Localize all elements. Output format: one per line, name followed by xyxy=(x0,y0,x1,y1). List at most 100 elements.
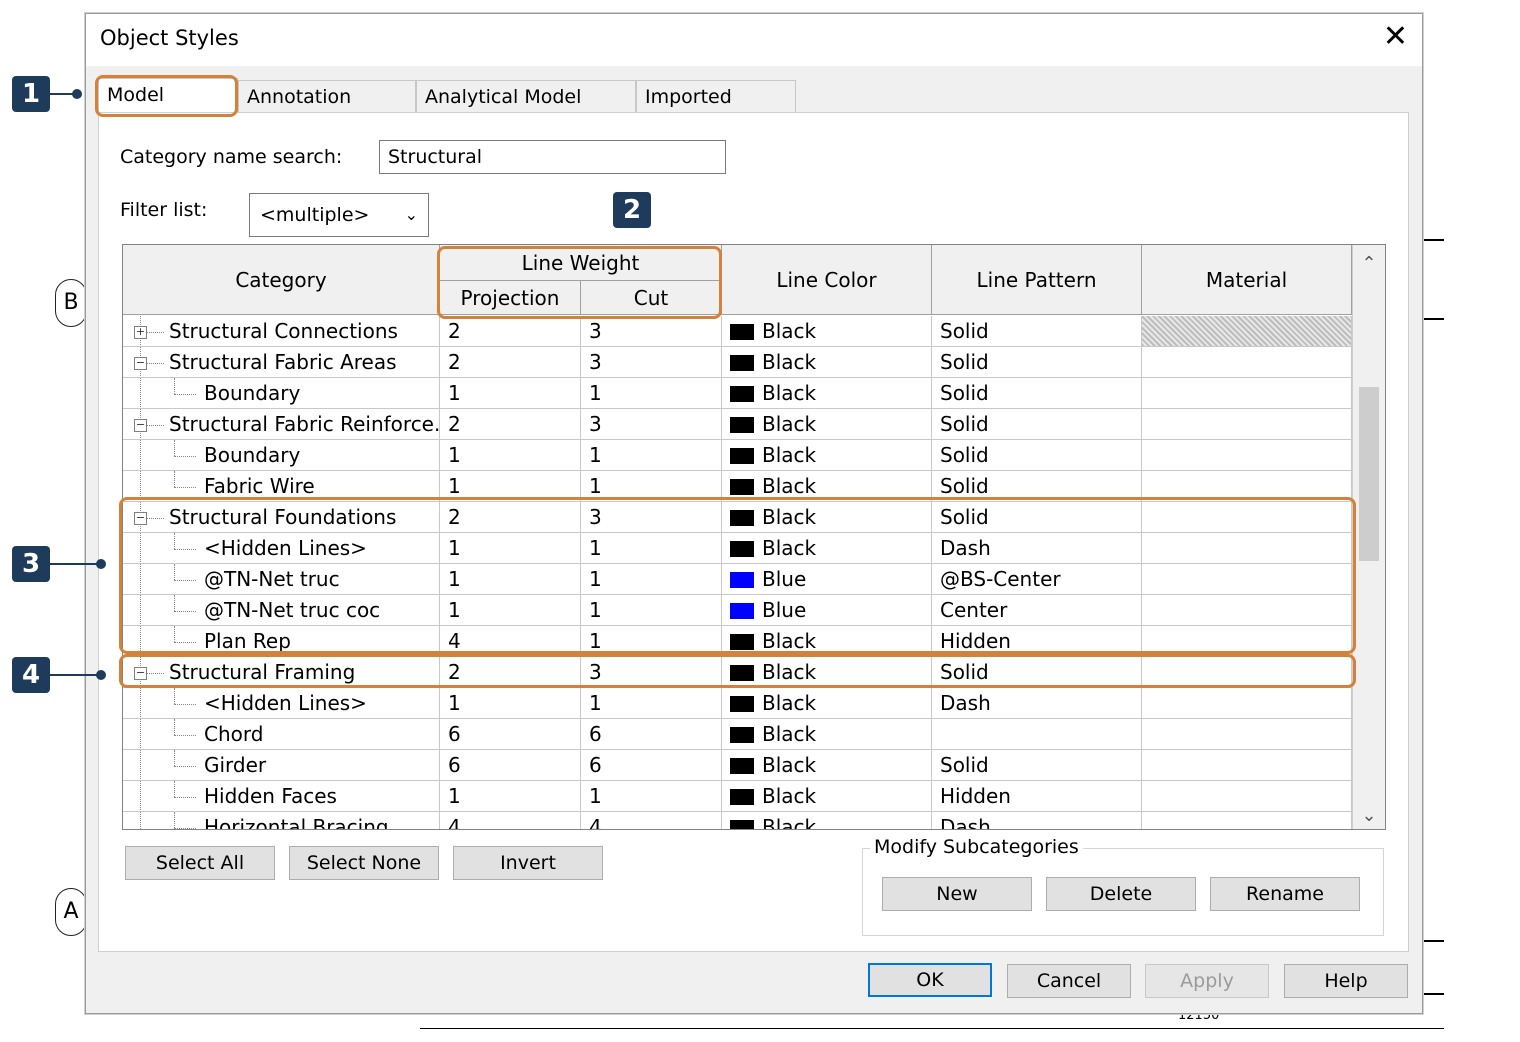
line-color-cell[interactable]: Black xyxy=(722,750,932,780)
category-cell[interactable]: @TN-Net truc xyxy=(123,564,440,594)
cut-cell[interactable]: 4 xyxy=(581,812,722,829)
projection-cell[interactable]: 1 xyxy=(440,564,581,594)
category-cell[interactable]: + Structural Connections xyxy=(123,316,440,346)
tab-model-objects[interactable]: Model Objects xyxy=(98,78,238,138)
cut-cell[interactable]: 1 xyxy=(581,440,722,470)
close-icon[interactable]: ✕ xyxy=(1383,22,1408,52)
projection-cell[interactable]: 2 xyxy=(440,316,581,346)
header-category[interactable]: Category xyxy=(123,245,440,315)
projection-cell[interactable]: 1 xyxy=(440,595,581,625)
line-color-cell[interactable]: Black xyxy=(722,719,932,749)
table-row[interactable]: + Structural Connections 2 3 Black Solid xyxy=(123,316,1352,347)
scroll-up-icon[interactable]: ⌃ xyxy=(1353,249,1385,279)
table-row[interactable]: <Hidden Lines> 1 1 Black Dash xyxy=(123,688,1352,719)
category-cell[interactable]: Horizontal Bracing xyxy=(123,812,440,829)
material-cell[interactable] xyxy=(1142,316,1352,346)
new-subcategory-button[interactable]: New xyxy=(882,877,1032,911)
line-pattern-cell[interactable]: Solid xyxy=(932,657,1142,687)
expand-icon[interactable]: + xyxy=(134,326,147,339)
collapse-icon[interactable]: − xyxy=(134,419,147,432)
material-cell[interactable] xyxy=(1142,409,1352,439)
table-row[interactable]: @TN-Net truc coc 1 1 Blue Center xyxy=(123,595,1352,626)
line-color-cell[interactable]: Black xyxy=(722,471,932,501)
material-cell[interactable] xyxy=(1142,533,1352,563)
category-cell[interactable]: − Structural Foundations xyxy=(123,502,440,532)
material-cell[interactable] xyxy=(1142,812,1352,829)
cut-cell[interactable]: 1 xyxy=(581,595,722,625)
projection-cell[interactable]: 2 xyxy=(440,657,581,687)
line-color-cell[interactable]: Black xyxy=(722,316,932,346)
line-pattern-cell[interactable] xyxy=(932,719,1142,749)
material-cell[interactable] xyxy=(1142,347,1352,377)
cut-cell[interactable]: 3 xyxy=(581,316,722,346)
cut-cell[interactable]: 6 xyxy=(581,719,722,749)
material-cell[interactable] xyxy=(1142,750,1352,780)
tab-imported-objects[interactable]: Imported Objects xyxy=(636,80,796,140)
line-pattern-cell[interactable]: Dash xyxy=(932,812,1142,829)
select-none-button[interactable]: Select None xyxy=(289,846,439,880)
line-color-cell[interactable]: Black xyxy=(722,626,932,656)
line-pattern-cell[interactable]: @BS-Center xyxy=(932,564,1142,594)
line-color-cell[interactable]: Black xyxy=(722,440,932,470)
category-cell[interactable]: Boundary xyxy=(123,378,440,408)
tab-annotation-objects[interactable]: Annotation Objects xyxy=(238,80,416,140)
line-pattern-cell[interactable]: Solid xyxy=(932,502,1142,532)
scrollbar-thumb[interactable] xyxy=(1359,387,1379,561)
table-row[interactable]: Boundary 1 1 Black Solid xyxy=(123,378,1352,409)
table-row[interactable]: Fabric Wire 1 1 Black Solid xyxy=(123,471,1352,502)
line-pattern-cell[interactable]: Hidden xyxy=(932,626,1142,656)
projection-cell[interactable]: 2 xyxy=(440,347,581,377)
apply-button[interactable]: Apply xyxy=(1145,964,1269,998)
category-cell[interactable]: Boundary xyxy=(123,440,440,470)
cancel-button[interactable]: Cancel xyxy=(1007,964,1131,998)
material-cell[interactable] xyxy=(1142,564,1352,594)
line-pattern-cell[interactable]: Center xyxy=(932,595,1142,625)
cut-cell[interactable]: 3 xyxy=(581,409,722,439)
header-line-pattern[interactable]: Line Pattern xyxy=(932,245,1142,315)
line-color-cell[interactable]: Black xyxy=(722,781,932,811)
projection-cell[interactable]: 2 xyxy=(440,409,581,439)
cut-cell[interactable]: 1 xyxy=(581,688,722,718)
table-row[interactable]: − Structural Fabric Areas 2 3 Black Solid xyxy=(123,347,1352,378)
projection-cell[interactable]: 1 xyxy=(440,533,581,563)
line-color-cell[interactable]: Black xyxy=(722,657,932,687)
table-row[interactable]: @TN-Net truc 1 1 Blue @BS-Center xyxy=(123,564,1352,595)
cut-cell[interactable]: 1 xyxy=(581,781,722,811)
cut-cell[interactable]: 3 xyxy=(581,502,722,532)
category-cell[interactable]: <Hidden Lines> xyxy=(123,533,440,563)
projection-cell[interactable]: 4 xyxy=(440,812,581,829)
line-pattern-cell[interactable]: Solid xyxy=(932,471,1142,501)
header-projection[interactable]: Projection xyxy=(440,281,581,315)
table-row[interactable]: − Structural Foundations 2 3 Black Solid xyxy=(123,502,1352,533)
invert-button[interactable]: Invert xyxy=(453,846,603,880)
category-cell[interactable]: Chord xyxy=(123,719,440,749)
line-color-cell[interactable]: Black xyxy=(722,533,932,563)
line-pattern-cell[interactable]: Solid xyxy=(932,440,1142,470)
category-cell[interactable]: Girder xyxy=(123,750,440,780)
delete-subcategory-button[interactable]: Delete xyxy=(1046,877,1196,911)
line-pattern-cell[interactable]: Solid xyxy=(932,316,1142,346)
table-row[interactable]: Hidden Faces 1 1 Black Hidden xyxy=(123,781,1352,812)
line-color-cell[interactable]: Black xyxy=(722,812,932,829)
category-cell[interactable]: Fabric Wire xyxy=(123,471,440,501)
projection-cell[interactable]: 1 xyxy=(440,378,581,408)
category-cell[interactable]: <Hidden Lines> xyxy=(123,688,440,718)
line-pattern-cell[interactable]: Hidden xyxy=(932,781,1142,811)
projection-cell[interactable]: 6 xyxy=(440,719,581,749)
material-cell[interactable] xyxy=(1142,471,1352,501)
line-color-cell[interactable]: Blue xyxy=(722,595,932,625)
line-pattern-cell[interactable]: Dash xyxy=(932,533,1142,563)
line-pattern-cell[interactable]: Solid xyxy=(932,750,1142,780)
line-color-cell[interactable]: Black xyxy=(722,688,932,718)
projection-cell[interactable]: 2 xyxy=(440,502,581,532)
header-line-color[interactable]: Line Color xyxy=(722,245,932,315)
cut-cell[interactable]: 1 xyxy=(581,626,722,656)
cut-cell[interactable]: 3 xyxy=(581,657,722,687)
tab-analytical-model-objects[interactable]: Analytical Model Objects xyxy=(416,80,636,140)
rename-subcategory-button[interactable]: Rename xyxy=(1210,877,1360,911)
table-row[interactable]: Horizontal Bracing 4 4 Black Dash xyxy=(123,812,1352,829)
projection-cell[interactable]: 4 xyxy=(440,626,581,656)
ok-button[interactable]: OK xyxy=(868,963,992,997)
projection-cell[interactable]: 1 xyxy=(440,471,581,501)
cut-cell[interactable]: 1 xyxy=(581,533,722,563)
